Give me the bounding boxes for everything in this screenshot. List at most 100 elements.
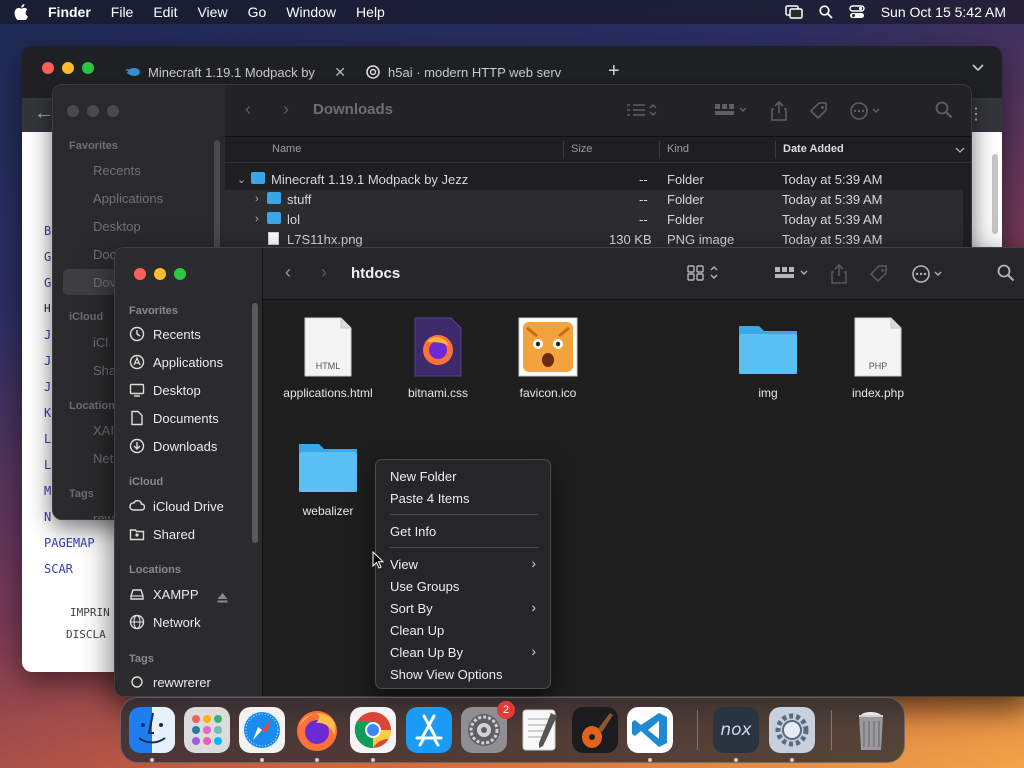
eject-icon[interactable]: [217, 593, 228, 603]
menu-file[interactable]: File: [111, 4, 134, 20]
sidebar-item-recents[interactable]: Recents: [93, 163, 141, 178]
page-link[interactable]: M: [44, 484, 51, 498]
back-chevron-icon[interactable]: ‹: [285, 262, 291, 283]
sidebar-item-shared[interactable]: Sha: [93, 363, 116, 378]
sidebar-item-desktop[interactable]: Desktop: [93, 219, 141, 234]
control-center-icon[interactable]: [849, 5, 865, 19]
group-by-icon[interactable]: [773, 264, 811, 282]
page-disclaimer-link[interactable]: DISCLA: [66, 628, 106, 641]
new-tab-plus-icon[interactable]: +: [608, 60, 620, 83]
firefox-icon[interactable]: [294, 707, 340, 753]
disclosure-collapsed-icon[interactable]: ›: [255, 193, 259, 205]
disclosure-expanded-icon[interactable]: ⌄: [237, 173, 246, 186]
nox-icon[interactable]: nox: [713, 707, 759, 753]
group-by-icon[interactable]: [713, 101, 749, 119]
table-row[interactable]: › stuff -- Folder Today at 5:39 AM: [225, 190, 963, 210]
browser-tab-h5ai[interactable]: h5ai · modern HTTP web serv: [366, 58, 586, 86]
column-header-date-added[interactable]: Date Added: [783, 143, 844, 155]
app-store-icon[interactable]: [406, 707, 452, 753]
search-icon[interactable]: [935, 101, 953, 119]
sidebar-item-documents[interactable]: Documents: [129, 410, 219, 426]
menu-item-view[interactable]: View: [390, 557, 418, 572]
menu-item-show-view-options[interactable]: Show View Options: [390, 667, 503, 682]
menu-item-paste-items[interactable]: Paste 4 Items: [390, 491, 469, 506]
page-link-pagemap[interactable]: PAGEMAP: [44, 536, 95, 550]
window-close-button[interactable]: [67, 105, 79, 117]
sidebar-item-downloads[interactable]: Dov: [93, 275, 116, 290]
forward-chevron-icon[interactable]: ›: [283, 99, 289, 120]
browser-zoom-button[interactable]: [82, 62, 94, 74]
page-link[interactable]: B: [44, 224, 51, 238]
menu-edit[interactable]: Edit: [153, 4, 177, 20]
menu-item-get-info[interactable]: Get Info: [390, 524, 436, 539]
sidebar-item-applications[interactable]: Applications: [93, 191, 163, 206]
window-zoom-button[interactable]: [174, 268, 186, 280]
close-icon[interactable]: ✕: [334, 64, 346, 81]
sidebar-item-xampp[interactable]: XAI: [93, 423, 114, 438]
menu-view[interactable]: View: [197, 4, 227, 20]
column-header-kind[interactable]: Kind: [667, 143, 689, 155]
page-link[interactable]: K: [44, 406, 51, 420]
menu-item-new-folder[interactable]: New Folder: [390, 469, 456, 484]
sidebar-item-tag[interactable]: rew: [93, 511, 114, 519]
sidebar-item-icloud-drive[interactable]: iCloud Drive: [129, 498, 224, 514]
icon-view-icon[interactable]: [687, 264, 723, 282]
more-actions-icon[interactable]: [911, 264, 947, 284]
menu-item-clean-up-by[interactable]: Clean Up By: [390, 645, 463, 660]
sidebar-item-network[interactable]: Net: [93, 451, 113, 466]
window-close-button[interactable]: [134, 268, 146, 280]
page-link[interactable]: J: [44, 328, 51, 342]
menu-help[interactable]: Help: [356, 4, 385, 20]
more-actions-icon[interactable]: [849, 101, 885, 121]
textedit-icon[interactable]: [517, 707, 563, 753]
browser-close-button[interactable]: [42, 62, 54, 74]
finder-icon[interactable]: [129, 707, 175, 753]
settings-gear-icon[interactable]: [769, 707, 815, 753]
page-link[interactable]: G: [44, 276, 51, 290]
chevron-down-icon[interactable]: [972, 64, 984, 72]
garageband-icon[interactable]: [572, 707, 618, 753]
sidebar-item-applications[interactable]: Applications: [129, 354, 223, 370]
column-divider[interactable]: [659, 141, 660, 159]
sidebar-scrollbar[interactable]: [252, 303, 258, 543]
back-arrow-icon[interactable]: ←: [34, 102, 54, 125]
forward-chevron-icon[interactable]: ›: [321, 262, 327, 283]
table-row[interactable]: › lol -- Folder Today at 5:39 AM: [225, 210, 963, 230]
column-divider[interactable]: [775, 141, 776, 159]
sidebar-item-shared[interactable]: Shared: [129, 526, 195, 542]
menu-go[interactable]: Go: [248, 4, 267, 20]
apple-icon[interactable]: [14, 4, 28, 20]
menu-item-use-groups[interactable]: Use Groups: [390, 579, 459, 594]
share-icon[interactable]: [831, 264, 847, 284]
page-imprint-link[interactable]: IMPRIN: [70, 606, 110, 619]
page-link[interactable]: J: [44, 380, 51, 394]
screen-mirroring-icon[interactable]: [784, 5, 803, 19]
page-scrollbar[interactable]: [992, 154, 998, 234]
spotlight-search-icon[interactable]: [819, 5, 833, 19]
menu-window[interactable]: Window: [286, 4, 336, 20]
sidebar-item-recents[interactable]: Recents: [129, 326, 201, 342]
page-link[interactable]: L: [44, 458, 51, 472]
list-view-icon[interactable]: [625, 101, 657, 119]
page-link[interactable]: N: [44, 510, 51, 524]
search-icon[interactable]: [997, 264, 1015, 282]
sidebar-item-network[interactable]: Network: [129, 614, 201, 630]
sidebar-scrollbar[interactable]: [214, 140, 220, 260]
chrome-icon[interactable]: [350, 707, 396, 753]
vscode-icon[interactable]: [627, 707, 673, 753]
sidebar-item-desktop[interactable]: Desktop: [129, 382, 201, 398]
menu-item-sort-by[interactable]: Sort By: [390, 601, 433, 616]
trash-icon[interactable]: [848, 707, 894, 753]
menu-clock[interactable]: Sun Oct 15 5:42 AM: [881, 4, 1006, 20]
disclosure-collapsed-icon[interactable]: ›: [255, 213, 259, 225]
sidebar-item-documents[interactable]: Doc: [93, 247, 116, 262]
sidebar-item-downloads[interactable]: Downloads: [129, 438, 217, 454]
window-zoom-button[interactable]: [107, 105, 119, 117]
table-row[interactable]: ⌄ Minecraft 1.19.1 Modpack by Jezz -- Fo…: [225, 170, 963, 190]
launchpad-icon[interactable]: [184, 707, 230, 753]
sidebar-item-xampp[interactable]: XAMPP: [129, 586, 199, 602]
menu-item-clean-up[interactable]: Clean Up: [390, 623, 444, 638]
column-header-size[interactable]: Size: [571, 143, 592, 155]
page-link[interactable]: G: [44, 250, 51, 264]
browser-minimize-button[interactable]: [62, 62, 74, 74]
